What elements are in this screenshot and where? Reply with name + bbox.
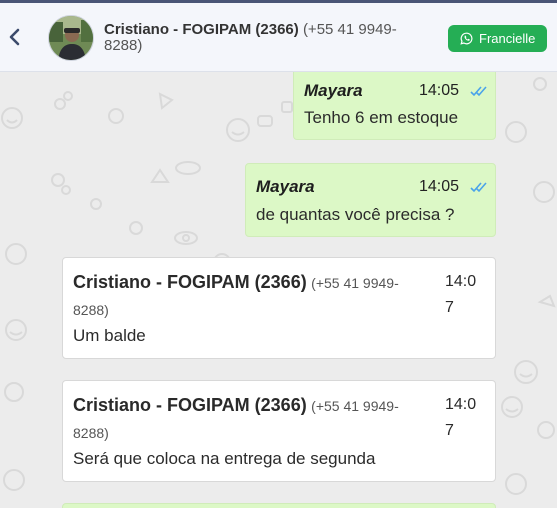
message-time: 14:07 xyxy=(445,396,477,439)
chevron-left-icon xyxy=(9,28,20,46)
message-text: de quantas você precisa ? xyxy=(256,205,455,224)
double-check-icon xyxy=(470,86,487,97)
double-check-icon xyxy=(470,182,487,193)
message-time: 14:05 xyxy=(419,82,460,99)
message-sender: Mayara xyxy=(304,81,363,100)
chat-area[interactable]: Mayara 14:05 Tenho 6 em estoque Mayara 1… xyxy=(0,72,557,508)
message-sender: Mayara xyxy=(256,177,315,196)
message-time: 14:05 xyxy=(419,178,460,195)
message-text: Tenho 6 em estoque xyxy=(304,108,459,127)
contact-name: Cristiano - FOGIPAM (2366) xyxy=(104,21,299,38)
message-bubble-outgoing[interactable]: Mayara 14:05 Tenho 6 em estoque xyxy=(293,72,496,140)
back-button[interactable] xyxy=(4,23,24,51)
message-bubble-outgoing[interactable]: Mayara 14:05 de quantas você precisa ? xyxy=(245,163,496,237)
message-time: 14:07 xyxy=(445,273,477,316)
message-sender-line: Cristiano - FOGIPAM (2366) (+55 41 9949-… xyxy=(73,392,433,447)
whatsapp-icon xyxy=(460,32,473,45)
agent-name-label: Francielle xyxy=(479,31,536,46)
message-text: Será que coloca na entrega de segunda xyxy=(73,449,376,468)
message-text: Um balde xyxy=(73,326,146,345)
message-bubble-incoming[interactable]: Cristiano - FOGIPAM (2366) (+55 41 9949-… xyxy=(62,380,496,482)
avatar[interactable] xyxy=(48,15,94,61)
message-sender: Cristiano - FOGIPAM (2366) xyxy=(73,272,307,292)
message-sender: Cristiano - FOGIPAM (2366) xyxy=(73,395,307,415)
agent-whatsapp-button[interactable]: Francielle xyxy=(448,25,547,52)
contact-info: Cristiano - FOGIPAM (2366) (+55 41 9949-… xyxy=(104,22,434,54)
message-bubble-incoming[interactable]: Cristiano - FOGIPAM (2366) (+55 41 9949-… xyxy=(62,257,496,359)
message-bubble-outgoing-partial[interactable] xyxy=(62,503,496,508)
message-sender-line: Cristiano - FOGIPAM (2366) (+55 41 9949-… xyxy=(73,269,433,324)
chat-header: Cristiano - FOGIPAM (2366) (+55 41 9949-… xyxy=(0,3,557,72)
